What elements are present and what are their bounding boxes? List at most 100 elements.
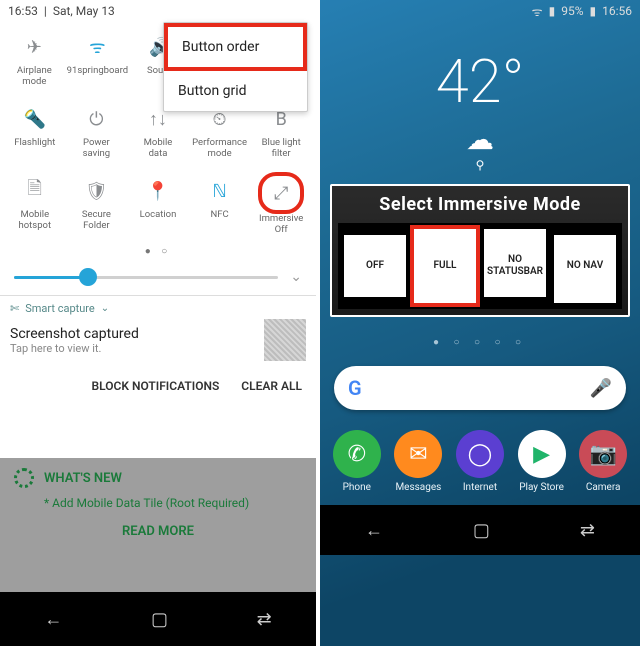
weather-widget[interactable]: 42° ☁ ⚲ bbox=[320, 22, 640, 176]
tile-label: Mobile hotspot bbox=[19, 210, 52, 232]
nav-recents-icon[interactable]: ⇄ bbox=[257, 609, 272, 630]
qs-tile[interactable]: ⤢Immersive Off bbox=[250, 170, 312, 242]
whats-new-line: * Add Mobile Data Tile (Root Required) bbox=[44, 496, 302, 510]
qs-tile[interactable]: 🔦Flashlight bbox=[4, 98, 66, 170]
option-label: FULL bbox=[414, 229, 476, 303]
read-more-button[interactable]: READ MORE bbox=[14, 510, 302, 557]
qs-tile[interactable]: ✈ Airplane mode bbox=[4, 26, 65, 98]
brightness-expand-icon[interactable]: ⌄ bbox=[290, 269, 302, 285]
dimmed-background: WHAT'S NEW * Add Mobile Data Tile (Root … bbox=[0, 458, 316, 592]
nav-home-icon[interactable]: ▢ bbox=[473, 520, 490, 541]
tile-label: Secure Folder bbox=[82, 210, 111, 232]
app-label: Play Store bbox=[519, 482, 564, 493]
tile-icon: 🔦 bbox=[20, 104, 50, 134]
notif-title: Screenshot captured bbox=[10, 326, 139, 342]
app-icon: ◯ bbox=[456, 430, 504, 478]
app-label: Messages bbox=[395, 482, 441, 493]
immersive-option[interactable]: OFF bbox=[342, 227, 408, 305]
status-time-right: 16:56 bbox=[602, 4, 632, 18]
qs-tile[interactable]: 🛡 Secure Folder bbox=[66, 170, 128, 242]
nav-back-icon[interactable]: ← bbox=[44, 609, 62, 630]
nav-bar-right: ← ▢ ⇄ bbox=[320, 505, 640, 555]
tile-icon: ✈ bbox=[19, 32, 49, 62]
battery-percent: 95% bbox=[561, 4, 583, 18]
google-logo-icon: G bbox=[348, 376, 362, 400]
wifi-icon: ᯤ bbox=[532, 3, 543, 20]
tile-icon: 🛡 bbox=[81, 176, 111, 206]
tile-label: NFC bbox=[210, 210, 228, 221]
notif-subtitle: Tap here to view it. bbox=[10, 342, 139, 355]
dock-app-camera[interactable]: 📷 Camera bbox=[579, 430, 627, 493]
status-bar-right: ᯤ ▮ 95% ▮ 16:56 bbox=[320, 0, 640, 22]
brightness-slider[interactable] bbox=[14, 276, 278, 279]
block-notifications-button[interactable]: BLOCK NOTIFICATIONS bbox=[92, 379, 220, 393]
weather-icon: ☁ bbox=[320, 123, 640, 156]
qs-pager: ● ○ bbox=[0, 244, 316, 261]
app-label: Phone bbox=[343, 482, 371, 493]
home-pager: ● ○ ○ ○ ○ bbox=[320, 325, 640, 360]
tile-label: Performance mode bbox=[192, 138, 247, 160]
menu-button-grid[interactable]: Button grid bbox=[164, 71, 307, 111]
notification-screenshot[interactable]: Screenshot captured Tap here to view it. bbox=[0, 317, 316, 371]
nav-back-icon[interactable]: ← bbox=[365, 520, 383, 541]
nav-bar-left: ← ▢ ⇄ bbox=[0, 592, 316, 646]
nav-home-icon[interactable]: ▢ bbox=[151, 609, 168, 630]
clear-all-button[interactable]: CLEAR ALL bbox=[241, 379, 302, 393]
notif-thumbnail bbox=[264, 319, 306, 361]
dock-app-play-store[interactable]: ▶Play Store bbox=[518, 430, 566, 493]
app-dock: ✆ Phone ✉ Messages ◯ Internet ▶Play Store 📷 Came… bbox=[320, 410, 640, 505]
app-icon: ✆ bbox=[333, 430, 381, 478]
immersive-option[interactable]: FULL bbox=[412, 227, 478, 305]
signal-icon: ▮ bbox=[549, 4, 556, 18]
tile-label: Location bbox=[140, 210, 177, 221]
tile-icon: ⏻ bbox=[81, 104, 111, 134]
chevron-down-icon: ⌄ bbox=[101, 303, 109, 314]
mic-icon[interactable]: 🎤 bbox=[590, 378, 612, 399]
scissors-icon: ✄ bbox=[10, 302, 19, 315]
tile-icon: ℕ bbox=[205, 176, 235, 206]
tile-icon: ᯤ bbox=[82, 32, 112, 62]
dock-app-messages[interactable]: ✉ Messages bbox=[394, 430, 442, 493]
immersive-option[interactable]: NO NAV bbox=[552, 227, 618, 305]
brightness-row: ⌄ bbox=[0, 261, 316, 293]
app-label: Internet bbox=[463, 482, 497, 493]
app-icon: ✉ bbox=[394, 430, 442, 478]
qs-tile[interactable]: 📍 Location bbox=[127, 170, 189, 242]
tile-label: Airplane mode bbox=[17, 66, 52, 88]
overflow-menu: Button order Button grid bbox=[163, 22, 308, 112]
option-label: NO NAV bbox=[554, 229, 616, 303]
notif-actions: BLOCK NOTIFICATIONS CLEAR ALL bbox=[0, 371, 316, 401]
dock-app-internet[interactable]: ◯ Internet bbox=[456, 430, 504, 493]
option-label: OFF bbox=[344, 229, 406, 303]
menu-button-order[interactable]: Button order bbox=[164, 23, 307, 71]
whats-new-header: WHAT'S NEW bbox=[44, 471, 122, 486]
smart-capture-label: Smart capture bbox=[25, 302, 95, 315]
immersive-mode-dialog: Select Immersive Mode OFFFULLNO STATUSBA… bbox=[330, 184, 630, 317]
tile-label: Blue light filter bbox=[262, 138, 301, 160]
tile-icon: 📍 bbox=[143, 176, 173, 206]
location-pin-icon: ⚲ bbox=[320, 158, 640, 172]
google-search-bar[interactable]: G 🎤 bbox=[334, 366, 626, 410]
qs-tile[interactable]: ᯤ91springboard bbox=[65, 26, 130, 98]
dialog-title: Select Immersive Mode bbox=[338, 190, 622, 223]
status-divider: | bbox=[44, 4, 47, 18]
tile-label: Mobile data bbox=[144, 138, 173, 160]
app-label: Camera bbox=[586, 482, 621, 493]
tile-label: Power saving bbox=[83, 138, 111, 160]
quick-settings-panel: Button order Button grid ✈ Airplane mode ᯤ… bbox=[0, 22, 316, 401]
nav-recents-icon[interactable]: ⇄ bbox=[580, 520, 595, 541]
app-icon: 📷 bbox=[579, 430, 627, 478]
tile-icon: 🗎 bbox=[20, 176, 50, 206]
qs-tile[interactable]: ⏻ Power saving bbox=[66, 98, 128, 170]
status-date: Sat, May 13 bbox=[53, 4, 115, 18]
whats-new-card: WHAT'S NEW * Add Mobile Data Tile (Root … bbox=[0, 458, 316, 567]
status-time: 16:53 bbox=[8, 4, 38, 18]
immersive-option[interactable]: NO STATUSBAR bbox=[482, 227, 548, 305]
qs-tile[interactable]: 🗎 Mobile hotspot bbox=[4, 170, 66, 242]
dock-app-phone[interactable]: ✆ Phone bbox=[333, 430, 381, 493]
qs-tile[interactable]: ℕ NFC bbox=[189, 170, 251, 242]
phone-right: ᯤ ▮ 95% ▮ 16:56 42° ☁ ⚲ Select Immersive… bbox=[320, 0, 640, 646]
tile-label: Immersive Off bbox=[259, 214, 303, 236]
phone-left: 16:53 | Sat, May 13 Button order Button … bbox=[0, 0, 320, 646]
smart-capture-header[interactable]: ✄ Smart capture ⌄ bbox=[0, 296, 316, 317]
